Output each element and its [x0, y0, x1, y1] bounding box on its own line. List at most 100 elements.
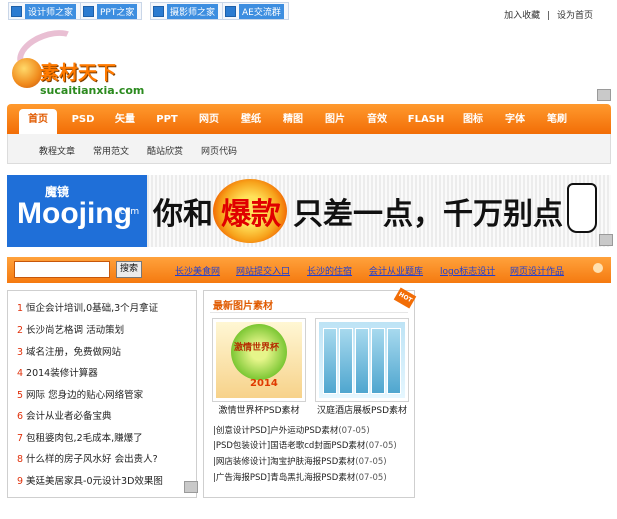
item-text: 域名注册，免费做网站	[26, 347, 122, 358]
top-links: 加入收藏 | 设为首页	[500, 8, 593, 21]
top-tab-label: AE交流群	[239, 3, 284, 19]
material-thumb-worldcup[interactable]: 激情世界杯 2014	[212, 318, 306, 402]
divider: |	[547, 11, 551, 21]
banner-text-b: 只差一点，千万别点	[293, 197, 563, 232]
search-button[interactable]: 搜索	[116, 261, 142, 278]
panel-art	[323, 328, 337, 394]
list-item[interactable]: 2 长沙尚艺格调 活动策划	[17, 322, 124, 336]
item-text: 美廷美居家具-0元设计3D效果图	[26, 476, 163, 487]
panel-title: 最新图片素材	[213, 301, 273, 312]
corner-icon	[599, 234, 613, 246]
news-item[interactable]: |PSD包装设计]国语老歌cd封面PSD素材(07-05)	[213, 439, 397, 451]
quick-link[interactable]: 长沙美食网	[175, 264, 220, 277]
news-item[interactable]: |广告海报PSD]青岛黑扎海报PSD素材(07-05)	[213, 471, 387, 483]
panel-art	[387, 328, 401, 394]
logo-text-en: sucaitianxia.com	[40, 84, 145, 97]
item-number: 1	[17, 303, 24, 314]
quick-link[interactable]: 网站提交入口	[236, 264, 290, 277]
nav-home[interactable]: 首页	[19, 109, 57, 134]
search-input[interactable]	[14, 261, 110, 278]
news-date: (07-05)	[365, 441, 397, 451]
site-icon	[83, 5, 94, 17]
brand-com: .com	[117, 207, 140, 217]
nav-images[interactable]: 图片	[317, 109, 353, 133]
news-date: (07-05)	[355, 457, 387, 467]
news-date: (07-05)	[355, 473, 387, 483]
item-text: 包租婆肉包,2毛成本,赚爆了	[26, 433, 143, 444]
list-item[interactable]: 6 会计从业者必备宝典	[17, 408, 112, 422]
hot-badge: HOT	[393, 287, 417, 309]
material-thumb-hotel[interactable]	[315, 318, 409, 402]
quick-link[interactable]: 长沙的住宿	[307, 264, 352, 277]
banner-text-hot: 爆款	[221, 197, 281, 232]
item-number: 8	[17, 454, 24, 465]
thumbnail-image: 激情世界杯 2014	[216, 322, 302, 398]
nav-psd[interactable]: PSD	[65, 109, 101, 133]
logo-ball-icon	[12, 58, 42, 88]
set-homepage-link[interactable]: 设为首页	[557, 11, 593, 21]
thumbnail-caption[interactable]: 汉庭酒店展板PSD素材	[313, 403, 411, 416]
nav-audio[interactable]: 音效	[359, 109, 395, 133]
nav-wallpaper[interactable]: 壁纸	[233, 109, 269, 133]
moojing-logo: 魔镜 Moojing .com	[7, 175, 147, 247]
panel-art	[371, 328, 385, 394]
item-text: 恒企会计培训,0基础,3个月拿证	[26, 303, 159, 314]
nav-fonts[interactable]: 字体	[497, 109, 533, 133]
nav-flash[interactable]: FLASH	[403, 109, 449, 133]
subnav-tutorials[interactable]: 教程文章	[39, 144, 75, 157]
add-bookmark-link[interactable]: 加入收藏	[504, 11, 540, 21]
quick-link[interactable]: 会计从业题库	[369, 264, 423, 277]
nav-fine-pics[interactable]: 精图	[275, 109, 311, 133]
site-top-bar: 设计师之家 PPT之家 摄影师之家 AE交流群 加入收藏 | 设为首页	[0, 0, 617, 24]
quick-link[interactable]: logo标志设计	[440, 264, 495, 277]
quick-link[interactable]: 网页设计作品	[510, 264, 564, 277]
banner-slogan-area: 你和 爆款 只差一点，千万别点	[147, 175, 611, 247]
news-item[interactable]: |创意设计PSD]户外运动PSD素材(07-05)	[213, 424, 370, 436]
nav-icons[interactable]: 图标	[455, 109, 491, 133]
main-nav: 首页 PSD 矢量 PPT 网页 壁纸 精图 图片 音效 FLASH 图标 字体…	[7, 104, 611, 134]
subnav-web-code[interactable]: 网页代码	[201, 144, 237, 157]
item-number: 4	[17, 368, 24, 379]
list-item[interactable]: 1 恒企会计培训,0基础,3个月拿证	[17, 300, 158, 314]
item-number: 3	[17, 347, 24, 358]
paw-icon	[593, 263, 603, 273]
pointer-hand-icon	[567, 183, 597, 233]
top-tab-ppt[interactable]: PPT之家	[80, 2, 143, 20]
list-item[interactable]: 9 美廷美居家具-0元设计3D效果图	[17, 473, 163, 487]
item-text: 2014装修计算器	[26, 368, 98, 379]
list-item[interactable]: 8 什么样的房子风水好 会出贵人?	[17, 451, 158, 465]
latest-materials-panel: 最新图片素材 HOT 激情世界杯 2014 激情世界杯PSD素材 汉庭酒店展板P…	[203, 287, 417, 498]
list-item[interactable]: 7 包租婆肉包,2毛成本,赚爆了	[17, 430, 143, 444]
site-icon	[225, 5, 236, 17]
item-number: 9	[17, 476, 24, 487]
subnav-templates[interactable]: 常用范文	[93, 144, 129, 157]
top-tab-designer[interactable]: 设计师之家	[8, 2, 82, 20]
sub-nav: 教程文章 常用范文 酷站欣赏 网页代码	[7, 134, 611, 164]
top-tab-ae[interactable]: AE交流群	[222, 2, 289, 20]
news-title: |网店装修设计]淘宝护肤海报PSD素材	[213, 457, 356, 467]
nav-web[interactable]: 网页	[191, 109, 227, 133]
news-item[interactable]: |网店装修设计]淘宝护肤海报PSD素材(07-05)	[213, 455, 387, 467]
banner-ad[interactable]: 魔镜 Moojing .com 你和 爆款 只差一点，千万别点	[7, 175, 611, 247]
top-tab-label: 设计师之家	[25, 3, 77, 19]
top-tab-label: PPT之家	[97, 3, 138, 19]
list-item[interactable]: 5 网际 您身边的贴心网络管家	[17, 387, 143, 401]
news-title: |创意设计PSD]户外运动PSD素材	[213, 426, 339, 436]
thumbnail-caption[interactable]: 激情世界杯PSD素材	[210, 403, 308, 416]
divider	[210, 312, 408, 313]
nav-ppt[interactable]: PPT	[149, 109, 185, 133]
nav-vector[interactable]: 矢量	[107, 109, 143, 133]
site-logo[interactable]: 素材天下 sucaitianxia.com	[10, 21, 144, 102]
news-title: |PSD包装设计]国语老歌cd封面PSD素材	[213, 441, 366, 451]
nav-brushes[interactable]: 笔刷	[539, 109, 575, 133]
subnav-cool-sites[interactable]: 酷站欣赏	[147, 144, 183, 157]
top-tab-photographer[interactable]: 摄影师之家	[150, 2, 224, 20]
panel-art	[339, 328, 353, 394]
top-tab-label: 摄影师之家	[167, 3, 219, 19]
search-bar: 搜索 长沙美食网 网站提交入口 长沙的住宿 会计从业题库 logo标志设计 网页…	[7, 257, 611, 283]
site-icon	[11, 5, 22, 17]
list-item[interactable]: 4 2014装修计算器	[17, 365, 98, 379]
item-text: 长沙尚艺格调 活动策划	[26, 325, 125, 336]
list-item[interactable]: 3 域名注册，免费做网站	[17, 344, 121, 358]
panel-art	[355, 328, 369, 394]
